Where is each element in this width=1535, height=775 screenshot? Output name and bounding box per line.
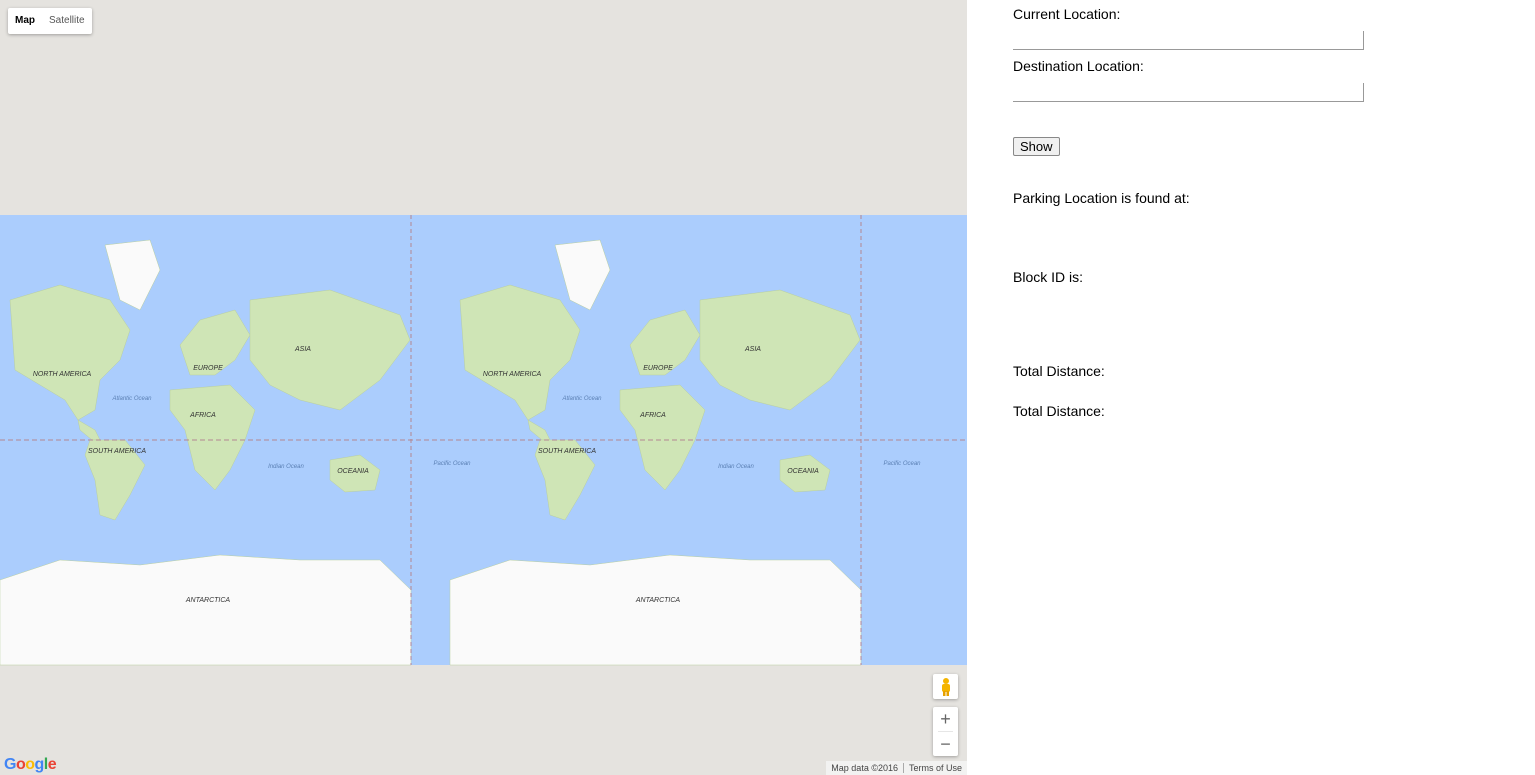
map-type-satellite-button[interactable]: Satellite (42, 8, 92, 34)
map-label: SOUTH AMERICA (538, 448, 596, 455)
map-label: OCEANIA (787, 468, 819, 475)
current-location-input[interactable] (1013, 31, 1364, 50)
zoom-in-button[interactable]: + (933, 707, 958, 731)
antarctica-shape (449, 554, 862, 666)
map-label: AFRICA (639, 412, 666, 419)
route-form-panel: Current Location: Destination Location: … (1013, 0, 1413, 775)
destination-location-label: Destination Location: (1013, 58, 1144, 74)
current-location-label: Current Location: (1013, 6, 1121, 22)
total-distance-label-2: Total Distance: (1013, 403, 1105, 419)
map-label: ASIA (294, 346, 311, 353)
map-label: SOUTH AMERICA (88, 448, 146, 455)
antarctica-shape (0, 554, 412, 666)
world-map[interactable]: NORTH AMERICA SOUTH AMERICA EUROPE AFRICA AS… (0, 0, 967, 775)
map-label: NORTH AMERICA (33, 371, 92, 378)
map-label: OCEANIA (337, 468, 369, 475)
map-label: Atlantic Ocean (561, 396, 602, 402)
zoom-control: + − (933, 707, 958, 756)
map-view[interactable]: NORTH AMERICA SOUTH AMERICA EUROPE AFRICA AS… (0, 0, 967, 775)
map-label: EUROPE (193, 365, 223, 372)
map-type-control: Map Satellite (8, 8, 92, 34)
destination-location-input[interactable] (1013, 83, 1364, 102)
parking-location-label: Parking Location is found at: (1013, 190, 1190, 206)
map-data-text: Map data ©2016 (831, 763, 898, 773)
map-label: AFRICA (189, 412, 216, 419)
google-logo[interactable]: Google (4, 756, 57, 774)
show-button[interactable]: Show (1013, 137, 1060, 156)
map-label: Pacific Ocean (883, 461, 921, 467)
street-view-pegman-icon[interactable] (933, 674, 958, 699)
map-label: ANTARCTICA (635, 597, 681, 604)
map-label: ANTARCTICA (185, 597, 231, 604)
terms-of-use-link[interactable]: Terms of Use (904, 763, 967, 773)
map-label: Indian Ocean (718, 464, 754, 470)
map-label: ASIA (744, 346, 761, 353)
block-id-label: Block ID is: (1013, 269, 1084, 285)
map-label: Atlantic Ocean (111, 396, 152, 402)
map-type-map-button[interactable]: Map (8, 8, 42, 34)
map-label: NORTH AMERICA (483, 371, 542, 378)
total-distance-label: Total Distance: (1013, 363, 1105, 379)
map-label: Indian Ocean (268, 464, 304, 470)
map-attribution: Map data ©2016 Terms of Use (826, 761, 967, 775)
map-label: EUROPE (643, 365, 673, 372)
zoom-out-button[interactable]: − (933, 732, 958, 756)
map-label: Pacific Ocean (433, 461, 471, 467)
